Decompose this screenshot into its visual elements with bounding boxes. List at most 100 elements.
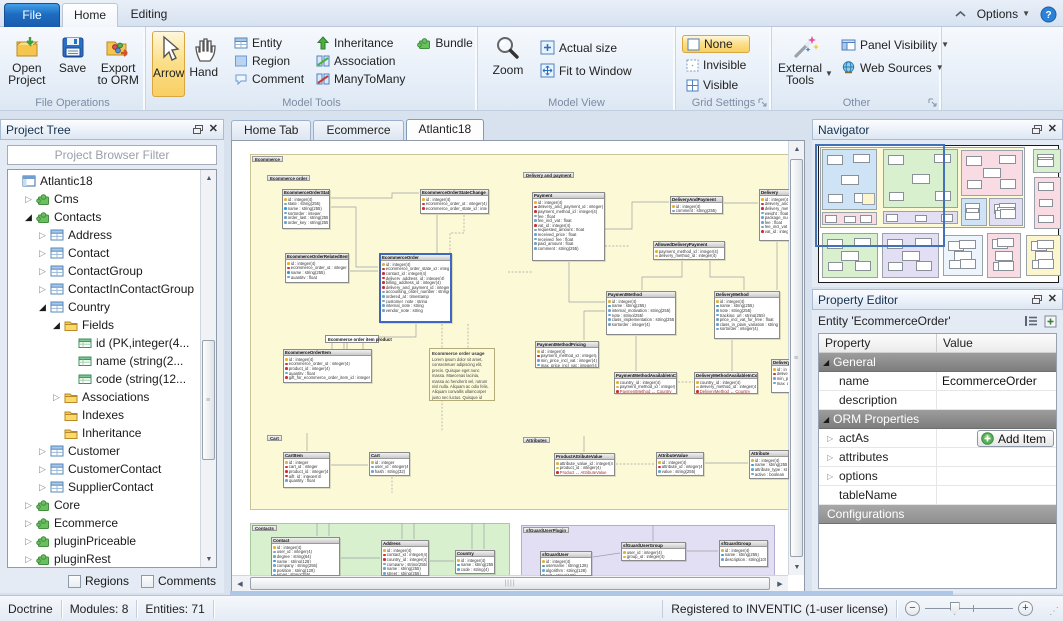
comment-note-ecommerce-order-usage[interactable]: Ecommerce order usageLorem ipsum dolor s… [429,348,495,401]
property-section-orm-properties[interactable]: ◢ORM Properties [819,410,1056,429]
ribbon-collapse-chevron-icon[interactable] [954,10,967,19]
float-panel-icon[interactable] [1032,125,1042,134]
tree-item-code-string-12-[interactable]: code (string(12... [8,370,200,388]
tree-item-associations[interactable]: ▷Associations [8,388,200,406]
zoom-button[interactable]: Zoom [484,31,532,76]
scroll-down-icon[interactable]: ▼ [201,551,217,567]
tree-item-pluginpriceable[interactable]: ▷pluginPriceable [8,532,200,550]
entity-box-ecommerceorder[interactable]: EcommerceOrderid : integer(4)ecommerce_o… [379,253,452,323]
entity-tool-button[interactable]: Entity [230,35,308,51]
fit-to-window-button[interactable]: Fit to Window [536,62,636,79]
tree-expander-icon[interactable]: ▷ [22,190,35,208]
section-expander-icon[interactable]: ◢ [823,415,829,424]
scroll-up-icon[interactable]: ▲ [201,170,217,186]
tree-item-fields[interactable]: ◢Fields [8,316,200,334]
property-row-tableName[interactable]: tableName [819,486,1056,505]
tree-item-pluginrest[interactable]: ▷pluginRest [8,550,200,567]
entity-box-cartitem[interactable]: CartItemid : integercart_id : integerpro… [283,452,330,488]
file-menu-button[interactable]: File [4,3,60,27]
close-panel-icon[interactable]: ✕ [1048,124,1057,135]
tree-item-name-string-2-[interactable]: name (string(2... [8,352,200,370]
tree-item-country[interactable]: ◢Country [8,298,200,316]
tree-item-atlantic18[interactable]: Atlantic18 [8,172,200,190]
section-expander-icon[interactable]: ◢ [823,358,829,367]
tree-expander-icon[interactable]: ▷ [22,532,35,550]
entity-box-ecommerceorderstatechange[interactable]: EcommerceOrderStateChangeid : integer(4)… [420,189,489,214]
tree-expander-icon[interactable]: ▷ [22,496,35,514]
tree-item-customer[interactable]: ▷Customer [8,442,200,460]
tree-expander-icon[interactable]: ▷ [22,550,35,567]
property-row-options[interactable]: ▷options [819,467,1056,486]
association-tool-button[interactable]: Association [312,53,409,69]
tree-expander-icon[interactable]: ▷ [36,262,49,280]
property-column-header[interactable]: Property [819,334,937,352]
entity-box-country[interactable]: Countryid : integer(4)name : string(255)… [455,550,495,574]
project-browser-filter-input[interactable] [7,145,217,165]
entity-box-deliverymethodpricing[interactable]: DeliveryMethodPricingid : indelivemin_pm… [771,359,789,393]
property-section-configurations[interactable]: Configurations [819,505,1056,524]
arrow-tool-button[interactable]: Arrow [152,31,185,97]
diagram-canvas[interactable]: sfGuardUserPluginContactsAttributesCartD… [231,140,805,592]
tree-item-indexes[interactable]: Indexes [8,406,200,424]
entity-box-paymentmethodavailableincountry[interactable]: PaymentMethodAvailableInCountrycountry_i… [614,372,677,394]
property-row-name[interactable]: nameEcommerceOrder [819,372,1056,391]
grid-visible-button[interactable]: Visible [682,77,750,93]
entity-box-ecommerceorderstate[interactable]: EcommerceOrderStateid : integer(4)state … [282,189,330,229]
row-expander-icon[interactable]: ▷ [827,434,835,443]
entity-box-deliverymethod[interactable]: DeliveryMethodid : integer(4)name : stri… [714,291,780,339]
grid-settings-dialog-launcher-icon[interactable] [758,98,768,108]
comment-tool-button[interactable]: Comment [230,71,308,87]
export-to-orm-button[interactable]: Export to ORM [97,31,139,86]
entity-box-attribute[interactable]: Attributeid : integer(4)name : string(25… [749,450,789,479]
tree-expander-icon[interactable]: ▷ [22,514,35,532]
tab-home[interactable]: Home [62,3,118,27]
navigator-minimap[interactable] [818,145,1059,283]
external-tools-button[interactable]: External Tools▼ [778,31,833,86]
property-value[interactable]: EcommerceOrder [937,372,1056,390]
tree-vertical-scrollbar[interactable]: ▲ ≡ ▼ [200,170,216,567]
options-menu-button[interactable]: Options▼ [977,7,1030,21]
web-sources-button[interactable]: Web Sources▼ [837,60,953,76]
tree-item-contactincontactgroup[interactable]: ▷ContactInContactGroup [8,280,200,298]
tree-expander-icon[interactable]: ▷ [36,244,49,262]
manytomany-tool-button[interactable]: ManyToMany [312,71,409,87]
zoom-slider[interactable]: − + [905,601,1033,616]
tree-item-inheritance[interactable]: Inheritance [8,424,200,442]
entity-box-deliverymethodavailableincountry[interactable]: DeliveryMethodAvailableInCountrycountry_… [694,372,758,394]
float-panel-icon[interactable] [193,125,203,134]
canvas-horizontal-scrollbar[interactable]: ◀ |||| ▶ [232,575,788,591]
entity-box-contact[interactable]: Contactid : integer(4)user_id : integer(… [271,537,340,576]
tree-expander-icon[interactable]: ▷ [36,226,49,244]
zoom-in-icon[interactable]: + [1018,601,1033,616]
entity-box-sfguarduser[interactable]: sfGuardUserid : integer(4)username : str… [540,551,592,576]
collapse-all-icon[interactable] [1024,315,1038,327]
property-section-general[interactable]: ◢General [819,353,1056,372]
tree-item-core[interactable]: ▷Core [8,496,200,514]
doc-tab-atlantic18[interactable]: Atlantic18 [406,119,485,140]
help-icon[interactable]: ? [1040,6,1057,23]
comments-checkbox[interactable]: Comments [141,574,216,588]
add-property-icon[interactable] [1044,315,1057,328]
property-value[interactable] [937,448,1056,466]
tree-item-contactgroup[interactable]: ▷ContactGroup [8,262,200,280]
property-value[interactable] [937,467,1056,485]
tree-item-ecommerce[interactable]: ▷Ecommerce [8,514,200,532]
grid-invisible-button[interactable]: Invisible [682,57,750,73]
entity-box-paymentmethodpricing[interactable]: PaymentMethodPricingid : integer(4)payme… [535,341,599,368]
add-item-button[interactable]: Add Item [977,430,1054,447]
tree-item-cms[interactable]: ▷Cms [8,190,200,208]
row-expander-icon[interactable]: ▷ [827,453,835,462]
entity-box-alloweddeliverypayment[interactable]: AllowedDeliveryPaymentpayment_method_id … [653,241,725,260]
close-panel-icon[interactable]: ✕ [1048,294,1057,305]
entity-box-delivery[interactable]: Deliveryid : integer(4)delivery_and_pdel… [759,189,789,241]
minimap-viewport[interactable] [815,144,945,247]
value-column-header[interactable]: Value [937,336,973,350]
bundle-tool-button[interactable]: Bundle [413,35,476,51]
tree-expander-icon[interactable]: ▷ [36,460,49,478]
region-tool-button[interactable]: Region [230,53,308,69]
tree-expander-icon[interactable]: ▷ [36,280,49,298]
tree-item-customercontact[interactable]: ▷CustomerContact [8,460,200,478]
scroll-left-icon[interactable]: ◀ [232,576,248,592]
zoom-slider-thumb[interactable] [950,602,960,615]
entity-box-ecommerceorderitem[interactable]: EcommerceOrderItemid : integer(4)ecommer… [283,349,372,383]
